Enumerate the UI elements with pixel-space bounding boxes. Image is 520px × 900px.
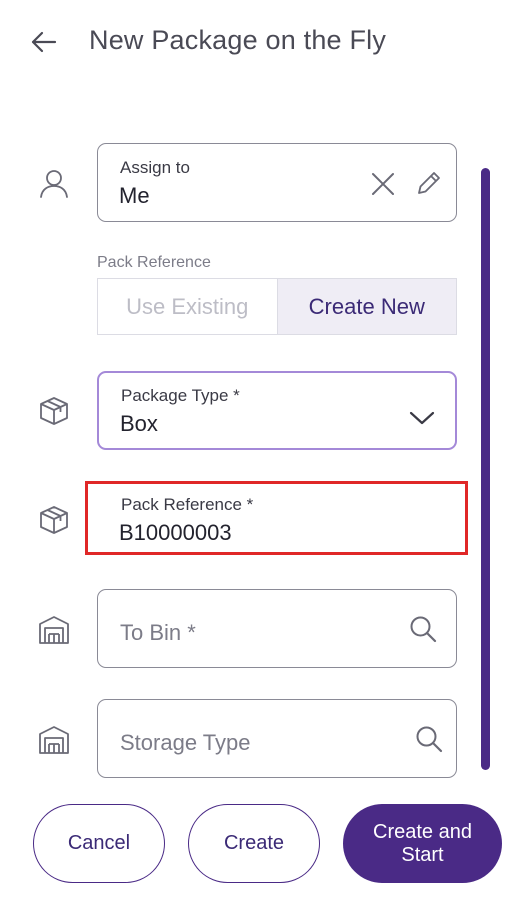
box-icon	[36, 393, 72, 429]
create-button[interactable]: Create	[188, 804, 320, 883]
assign-to-field[interactable]: Assign to Me	[97, 143, 457, 222]
storage-type-field[interactable]: Storage Type	[97, 699, 457, 778]
back-arrow-icon[interactable]	[28, 26, 60, 58]
page-title: New Package on the Fly	[89, 25, 387, 55]
storage-type-placeholder: Storage Type	[120, 730, 251, 755]
pack-reference-toggle: Use Existing Create New	[97, 278, 457, 335]
to-bin-field[interactable]: To Bin *	[97, 589, 457, 668]
search-icon[interactable]	[414, 724, 444, 754]
warehouse-icon	[36, 722, 72, 758]
warehouse-icon	[36, 612, 72, 648]
cancel-button[interactable]: Cancel	[33, 804, 165, 883]
package-type-value: Box	[120, 411, 158, 436]
pack-reference-value: B10000003	[119, 520, 232, 545]
assign-to-value: Me	[119, 183, 150, 208]
box-icon	[36, 502, 72, 538]
scrollbar[interactable]	[481, 168, 490, 770]
create-new-option[interactable]: Create New	[277, 279, 456, 334]
close-icon[interactable]	[368, 169, 398, 199]
pack-reference-toggle-label: Pack Reference	[97, 254, 211, 271]
person-icon	[36, 166, 72, 202]
assign-to-label: Assign to	[120, 158, 190, 177]
package-type-label: Package Type *	[121, 386, 240, 405]
header: New Package on the Fly	[0, 0, 520, 84]
chevron-down-icon[interactable]	[408, 409, 436, 427]
use-existing-option[interactable]: Use Existing	[98, 279, 278, 334]
pack-reference-field[interactable]: Pack Reference * B10000003	[85, 481, 468, 555]
create-and-start-button[interactable]: Create and Start	[343, 804, 502, 883]
to-bin-placeholder: To Bin *	[120, 620, 196, 645]
package-type-dropdown[interactable]: Package Type * Box	[97, 371, 457, 450]
pencil-icon[interactable]	[414, 168, 444, 198]
pack-reference-label: Pack Reference *	[121, 495, 254, 514]
search-icon[interactable]	[408, 614, 438, 644]
